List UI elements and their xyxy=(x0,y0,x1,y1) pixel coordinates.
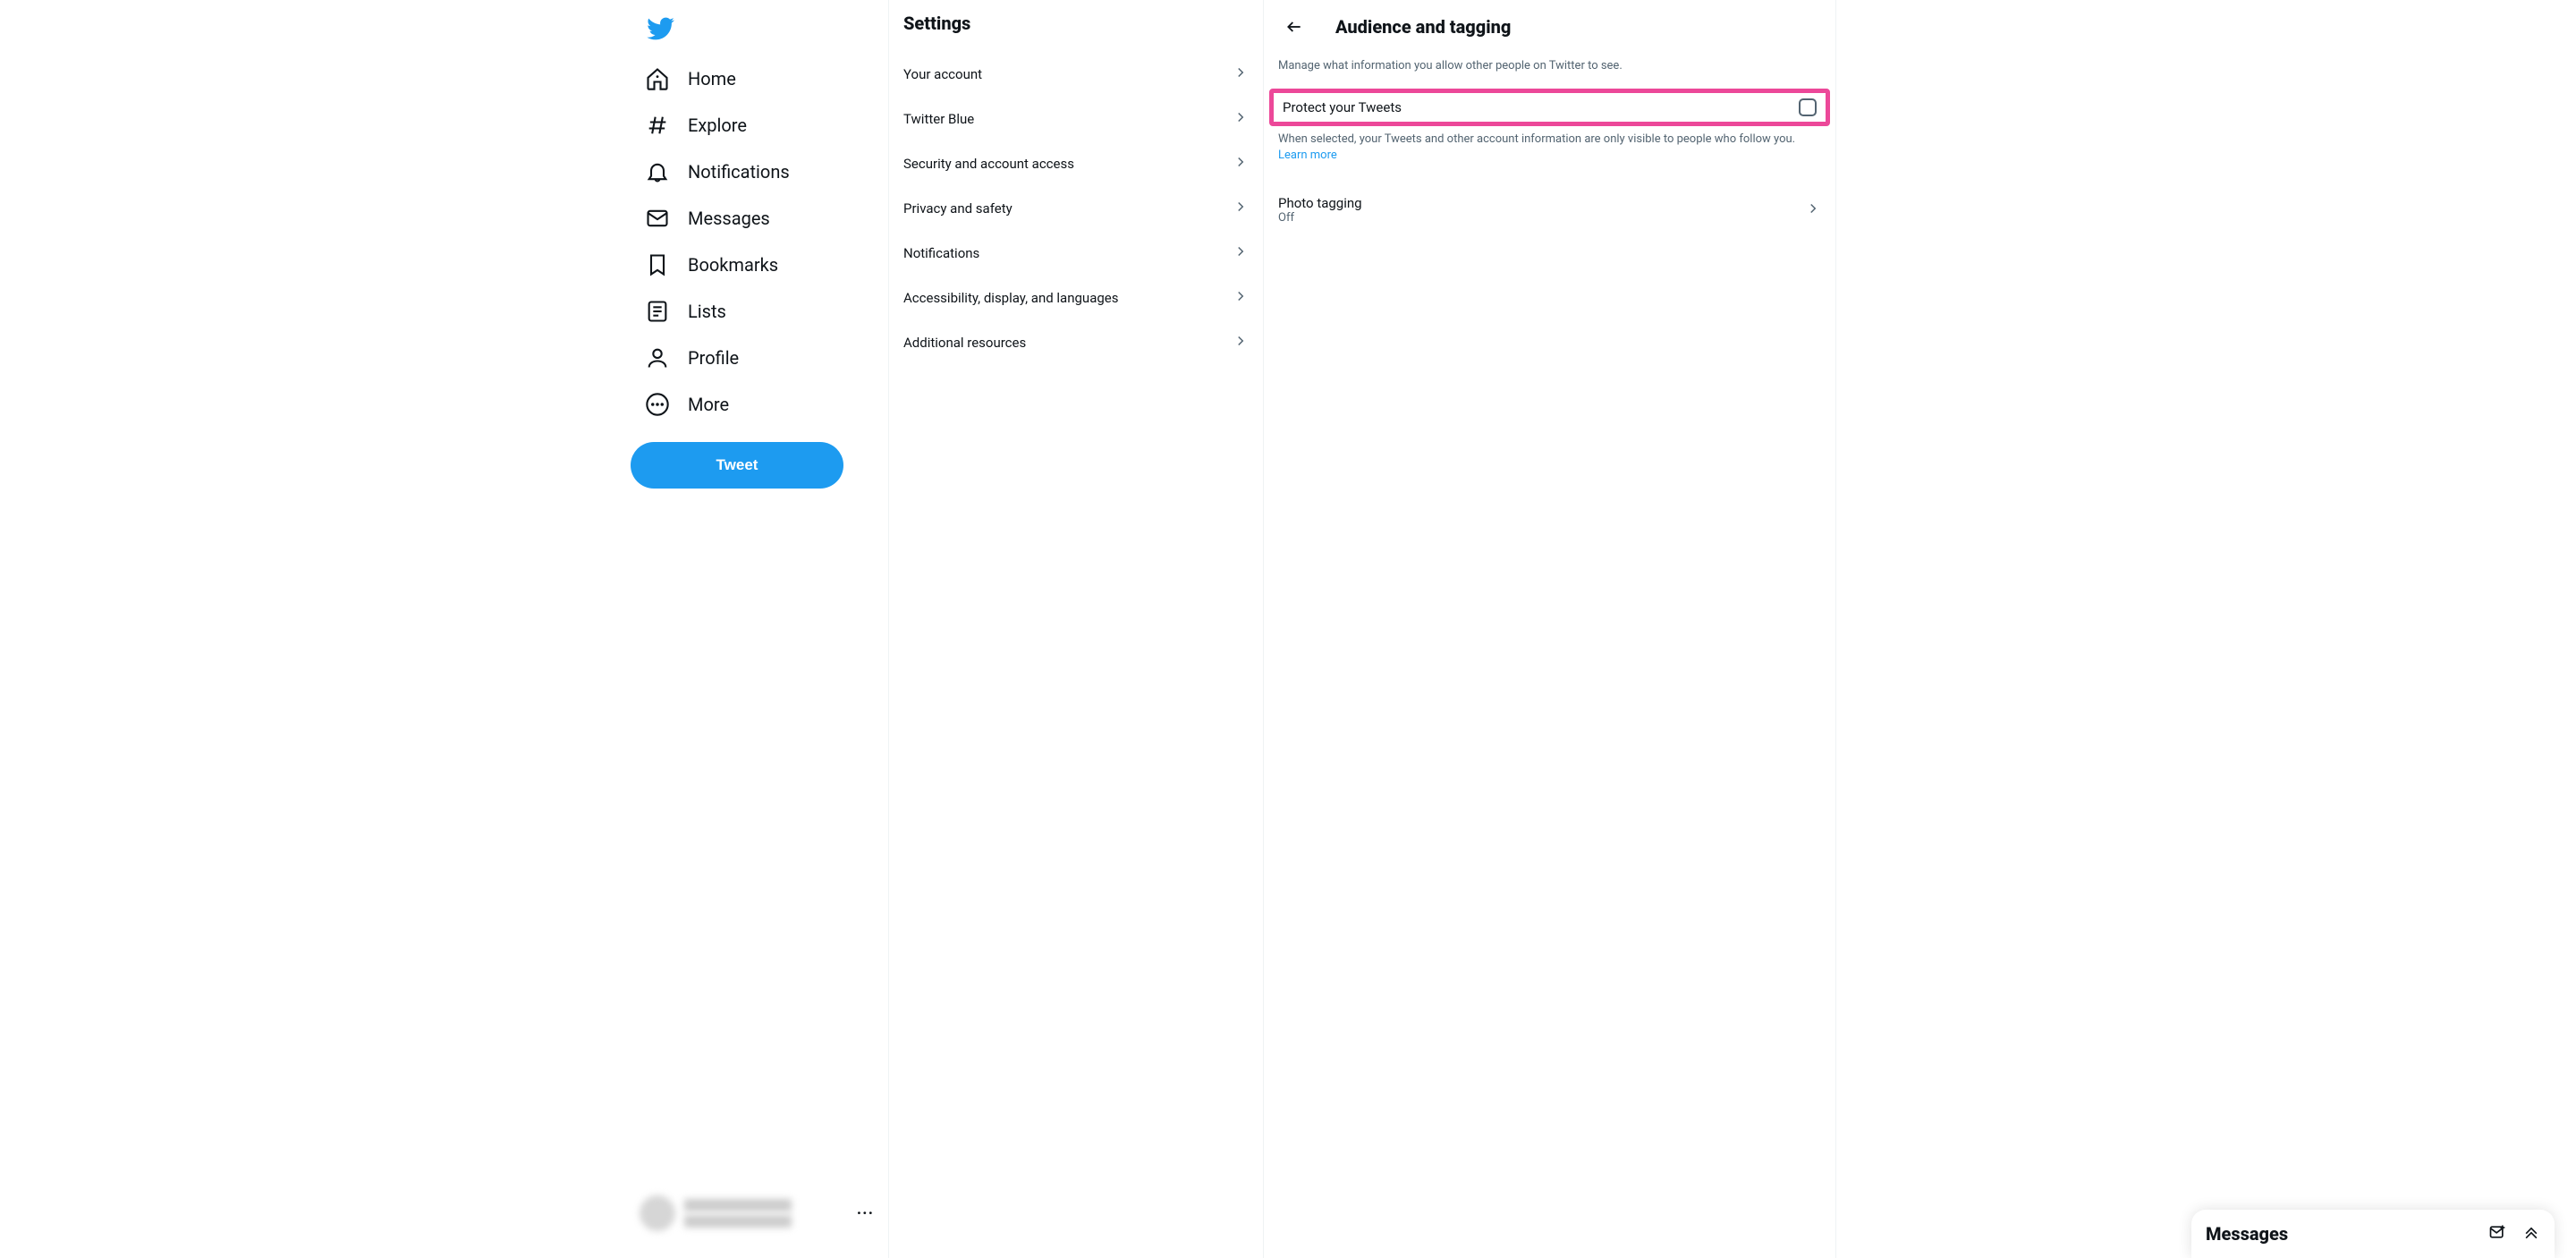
detail-title: Audience and tagging xyxy=(1335,16,1511,38)
settings-item-label: Security and account access xyxy=(903,156,1074,172)
hashtag-icon xyxy=(645,113,670,138)
chevron-right-icon xyxy=(1233,109,1249,129)
home-icon xyxy=(645,66,670,91)
nav-item-profile[interactable]: Profile xyxy=(631,335,750,381)
settings-item-label: Notifications xyxy=(903,245,979,261)
nav-label: Bookmarks xyxy=(688,254,778,276)
nav-label: Lists xyxy=(688,301,726,322)
settings-item-label: Additional resources xyxy=(903,335,1026,351)
nav-label: Notifications xyxy=(688,161,790,183)
nav-item-lists[interactable]: Lists xyxy=(631,288,737,335)
settings-item-accessibility[interactable]: Accessibility, display, and languages xyxy=(889,276,1263,320)
new-message-icon[interactable] xyxy=(2488,1223,2506,1245)
twitter-logo[interactable] xyxy=(638,5,684,52)
settings-column: Settings Your account Twitter Blue Secur… xyxy=(888,0,1264,1258)
settings-item-security[interactable]: Security and account access xyxy=(889,141,1263,186)
nav-label: Explore xyxy=(688,115,747,136)
messages-dock[interactable]: Messages xyxy=(2191,1210,2555,1258)
detail-header: Audience and tagging xyxy=(1264,5,1835,50)
photo-tagging-value: Off xyxy=(1278,211,1362,225)
expand-dock-icon[interactable] xyxy=(2522,1223,2540,1245)
protect-tweets-row[interactable]: Protect your Tweets xyxy=(1274,93,1826,122)
nav-label: More xyxy=(688,394,729,415)
avatar xyxy=(640,1195,675,1231)
settings-item-privacy[interactable]: Privacy and safety xyxy=(889,186,1263,231)
profile-text xyxy=(684,1197,857,1229)
nav-item-explore[interactable]: Explore xyxy=(631,102,758,149)
detail-column: Audience and tagging Manage what informa… xyxy=(1264,0,1836,1258)
detail-subtitle: Manage what information you allow other … xyxy=(1264,50,1835,89)
profile-icon xyxy=(645,345,670,370)
twitter-bird-icon xyxy=(647,14,675,43)
protect-tweets-label: Protect your Tweets xyxy=(1283,99,1402,115)
side-nav: Home Explore Notifications Messages Book… xyxy=(631,0,888,1258)
learn-more-link[interactable]: Learn more xyxy=(1278,149,1337,162)
nav-label: Messages xyxy=(688,208,770,229)
tweet-button[interactable]: Tweet xyxy=(631,442,843,489)
messages-dock-title: Messages xyxy=(2206,1223,2288,1245)
settings-title: Settings xyxy=(889,0,1263,52)
protect-desc-text: When selected, your Tweets and other acc… xyxy=(1278,132,1795,146)
chevron-right-icon xyxy=(1233,333,1249,353)
arrow-left-icon xyxy=(1285,18,1303,36)
protect-tweets-checkbox[interactable] xyxy=(1799,98,1817,116)
settings-item-notifications[interactable]: Notifications xyxy=(889,231,1263,276)
chevron-right-icon xyxy=(1233,154,1249,174)
chevron-right-icon xyxy=(1233,288,1249,308)
nav-item-notifications[interactable]: Notifications xyxy=(631,149,801,195)
profile-name-blurred xyxy=(684,1199,792,1211)
nav-item-bookmarks[interactable]: Bookmarks xyxy=(631,242,789,288)
more-dots-icon: ··· xyxy=(857,1204,874,1223)
nav-item-messages[interactable]: Messages xyxy=(631,195,781,242)
nav-label: Home xyxy=(688,68,736,89)
nav-label: Profile xyxy=(688,347,739,369)
chevron-right-icon xyxy=(1233,243,1249,263)
settings-item-label: Accessibility, display, and languages xyxy=(903,290,1118,306)
back-button[interactable] xyxy=(1278,11,1310,43)
list-icon xyxy=(645,299,670,324)
more-circle-icon xyxy=(645,392,670,417)
protect-tweets-description: When selected, your Tweets and other acc… xyxy=(1264,132,1835,163)
nav-item-more[interactable]: More xyxy=(631,381,740,428)
settings-item-your-account[interactable]: Your account xyxy=(889,52,1263,97)
account-switcher[interactable]: ··· xyxy=(631,1186,888,1258)
bookmark-icon xyxy=(645,252,670,277)
protect-tweets-highlight: Protect your Tweets xyxy=(1269,89,1830,126)
settings-item-label: Privacy and safety xyxy=(903,200,1013,217)
bell-icon xyxy=(645,159,670,184)
photo-tagging-label: Photo tagging xyxy=(1278,195,1362,211)
chevron-right-icon xyxy=(1233,64,1249,84)
nav-item-home[interactable]: Home xyxy=(631,55,747,102)
settings-item-label: Your account xyxy=(903,66,982,82)
envelope-icon xyxy=(645,206,670,231)
settings-item-additional[interactable]: Additional resources xyxy=(889,320,1263,365)
chevron-right-icon xyxy=(1805,200,1821,220)
settings-item-twitter-blue[interactable]: Twitter Blue xyxy=(889,97,1263,141)
profile-handle-blurred xyxy=(684,1215,792,1228)
settings-item-label: Twitter Blue xyxy=(903,111,974,127)
photo-tagging-row[interactable]: Photo tagging Off xyxy=(1264,183,1835,237)
chevron-right-icon xyxy=(1233,199,1249,218)
